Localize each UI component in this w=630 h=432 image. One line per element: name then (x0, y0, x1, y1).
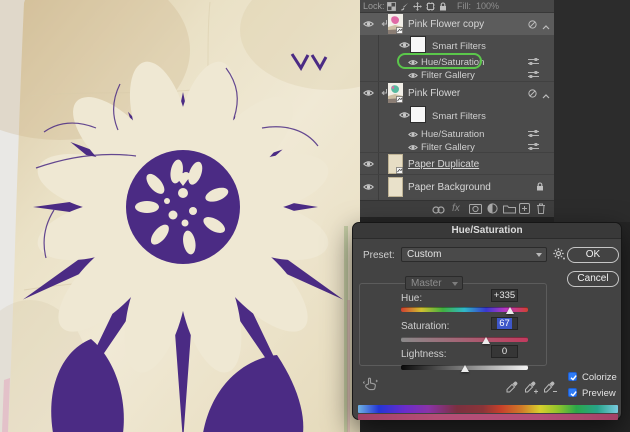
layers-panel: Lock: Fill: 100% Pink Flower copy Smart … (360, 0, 554, 217)
result-color-bar (358, 414, 618, 420)
filter-mask-thumbnail[interactable] (410, 106, 426, 126)
on-image-adjust-icon[interactable] (362, 377, 378, 394)
clip-arrow-icon (381, 20, 388, 31)
preview-label[interactable]: Preview (582, 388, 616, 399)
layers-panel-footer: fx (360, 200, 554, 217)
saturation-value-field[interactable]: 67 (491, 317, 518, 330)
smart-filters-row[interactable]: Smart Filters (360, 104, 554, 126)
eye-icon[interactable] (363, 20, 374, 31)
smart-filters-row[interactable]: Smart Filters (360, 35, 554, 55)
filter-name[interactable]: Hue/Saturation (421, 129, 484, 140)
eye-icon[interactable] (399, 41, 410, 52)
lightness-value-field[interactable]: 0 (491, 345, 518, 358)
eyedropper-plus-icon[interactable] (525, 381, 538, 397)
colorize-checkbox[interactable] (568, 372, 577, 381)
fill-label: Fill: (457, 1, 471, 11)
layer-thumbnail[interactable] (388, 177, 403, 200)
layer-row-paper-background[interactable]: Paper Background (360, 175, 554, 198)
filter-name[interactable]: Filter Gallery (421, 70, 475, 81)
new-layer-icon[interactable] (519, 203, 530, 217)
eye-icon[interactable] (399, 111, 410, 122)
eye-icon[interactable] (363, 160, 374, 171)
layer-row-paper-duplicate[interactable]: Paper Duplicate (360, 153, 554, 174)
smart-filter-toggle-icon[interactable] (528, 89, 537, 101)
pasteboard (554, 0, 630, 222)
hue-saturation-dialog: Hue/Saturation Preset: Custom OK Cancel … (352, 222, 622, 420)
layer-row-pink-flower[interactable]: Pink Flower (360, 82, 554, 103)
saturation-slider[interactable] (401, 337, 528, 344)
fill-value[interactable]: 100% (476, 1, 499, 11)
layer-mask-icon[interactable] (469, 204, 482, 217)
layer-thumbnail[interactable] (388, 14, 403, 37)
adjustment-layer-icon[interactable] (487, 203, 498, 217)
eye-icon[interactable] (363, 183, 374, 194)
eyedropper-minus-icon[interactable] (544, 381, 557, 397)
filter-name[interactable]: Hue/Saturation (421, 57, 484, 68)
dialog-title: Hue/Saturation (353, 223, 621, 239)
chevron-down-icon (536, 253, 542, 257)
hue-value: +335 (493, 290, 516, 301)
clip-arrow-icon (381, 89, 388, 100)
filter-row-hue-saturation[interactable]: Hue/Saturation (360, 55, 554, 68)
channel-value: Master (411, 278, 442, 289)
lightness-slider[interactable] (401, 365, 528, 372)
colorize-label[interactable]: Colorize (582, 372, 617, 383)
layer-thumbnail[interactable] (388, 83, 403, 106)
layer-name[interactable]: Paper Duplicate (408, 159, 479, 170)
hue-slider[interactable] (401, 307, 528, 314)
filter-name[interactable]: Filter Gallery (421, 142, 475, 153)
layer-effects-icon[interactable]: fx (452, 203, 460, 214)
smart-filter-toggle-icon[interactable] (528, 20, 537, 32)
smart-filters-label[interactable]: Smart Filters (432, 41, 486, 52)
smart-filters-label[interactable]: Smart Filters (432, 111, 486, 122)
lock-label: Lock: (363, 1, 385, 11)
filter-row-hue-saturation[interactable]: Hue/Saturation (360, 127, 554, 140)
canvas-area[interactable] (0, 0, 420, 432)
layer-row-pink-flower-copy[interactable]: Pink Flower copy (360, 13, 554, 35)
collapse-chevron-icon[interactable] (542, 91, 550, 102)
preset-select[interactable]: Custom (401, 247, 547, 262)
preset-label: Preset: (363, 250, 395, 261)
checkmark-icon (570, 375, 577, 381)
chevron-down-icon (452, 282, 458, 286)
saturation-label: Saturation: (401, 321, 450, 332)
channel-select[interactable]: Master (405, 276, 463, 290)
preset-value: Custom (407, 249, 442, 260)
lock-icon (536, 182, 544, 194)
collapse-chevron-icon[interactable] (542, 22, 550, 33)
ok-button[interactable]: OK (567, 247, 619, 263)
delete-layer-icon[interactable] (536, 203, 546, 217)
saturation-value: 67 (497, 318, 512, 329)
eye-icon[interactable] (363, 89, 374, 100)
hue-slider-handle[interactable] (506, 307, 515, 314)
layer-name[interactable]: Paper Background (408, 182, 491, 193)
link-layers-icon[interactable] (432, 206, 445, 217)
group-folder-icon[interactable] (503, 204, 516, 217)
layer-name[interactable]: Pink Flower copy (408, 19, 484, 30)
layer-lock-bar: Lock: Fill: 100% (360, 0, 554, 13)
saturation-slider-handle[interactable] (482, 337, 491, 344)
hue-spectrum-bar (358, 405, 618, 413)
lightness-value: 0 (501, 346, 508, 357)
hue-value-field[interactable]: +335 (491, 289, 518, 302)
lightness-label: Lightness: (401, 349, 447, 360)
filter-mask-thumbnail[interactable] (410, 36, 426, 56)
filter-row-filter-gallery[interactable]: Filter Gallery (360, 68, 554, 81)
preview-checkbox[interactable] (568, 388, 577, 397)
hue-label: Hue: (401, 293, 423, 304)
gear-icon[interactable] (553, 248, 565, 263)
photoshop-workspace: Lock: Fill: 100% Pink Flower copy Smart … (0, 0, 630, 432)
layer-name[interactable]: Pink Flower (408, 88, 460, 99)
flower-artwork-image (0, 0, 420, 432)
eyedropper-icon[interactable] (506, 381, 518, 396)
channel-group-box (359, 283, 547, 366)
cancel-button[interactable]: Cancel (567, 271, 619, 287)
checkmark-icon (570, 391, 577, 397)
lightness-slider-handle[interactable] (460, 365, 469, 372)
